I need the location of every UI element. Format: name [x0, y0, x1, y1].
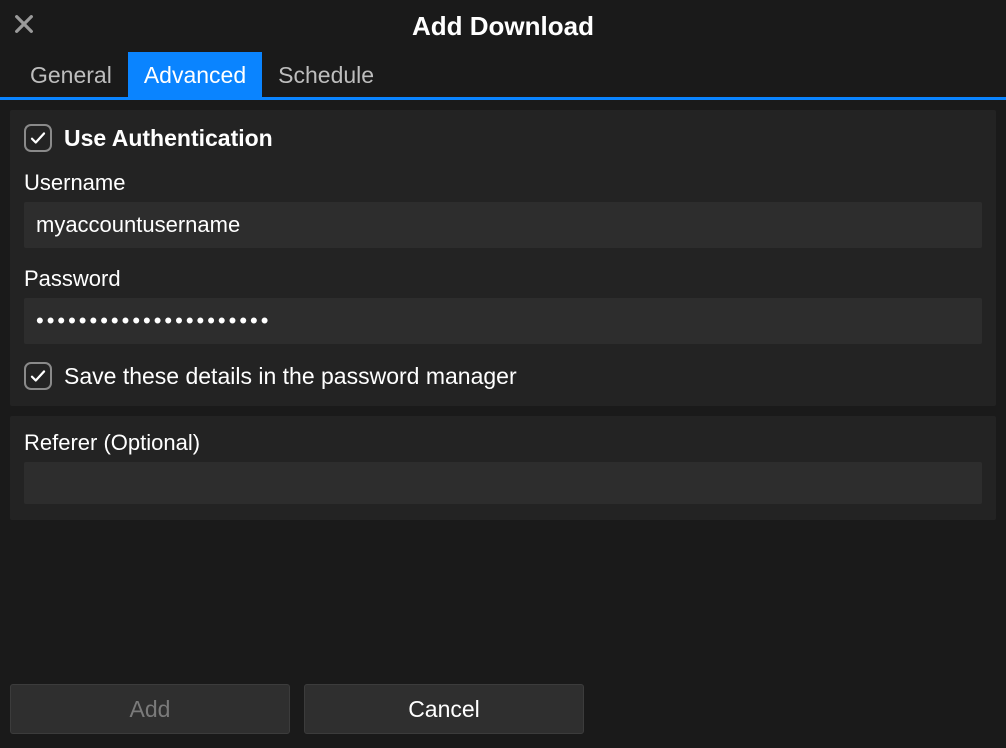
- username-input[interactable]: [24, 202, 982, 248]
- add-download-dialog: Add Download General Advanced Schedule U…: [0, 0, 1006, 748]
- title-bar: Add Download: [0, 0, 1006, 52]
- save-details-label: Save these details in the password manag…: [64, 363, 517, 390]
- use-auth-row: Use Authentication: [24, 124, 982, 152]
- close-icon: [13, 13, 35, 35]
- password-label: Password: [24, 266, 982, 292]
- tab-schedule[interactable]: Schedule: [262, 52, 390, 97]
- referer-section: Referer (Optional): [10, 416, 996, 520]
- check-icon: [29, 367, 47, 385]
- cancel-button[interactable]: Cancel: [304, 684, 584, 734]
- dialog-buttons: Add Cancel: [0, 672, 1006, 748]
- close-button[interactable]: [10, 10, 38, 38]
- save-details-row: Save these details in the password manag…: [24, 362, 982, 390]
- check-icon: [29, 129, 47, 147]
- tab-bar: General Advanced Schedule: [0, 52, 1006, 100]
- tab-general[interactable]: General: [14, 52, 128, 97]
- save-details-checkbox[interactable]: [24, 362, 52, 390]
- referer-label: Referer (Optional): [24, 430, 982, 456]
- add-button[interactable]: Add: [10, 684, 290, 734]
- dialog-title: Add Download: [412, 11, 594, 42]
- referer-input[interactable]: [24, 462, 982, 504]
- use-auth-checkbox[interactable]: [24, 124, 52, 152]
- use-auth-label: Use Authentication: [64, 125, 273, 152]
- content-area: Use Authentication Username Password •••…: [0, 100, 1006, 748]
- auth-section: Use Authentication Username Password •••…: [10, 110, 996, 406]
- username-label: Username: [24, 170, 982, 196]
- tab-advanced[interactable]: Advanced: [128, 52, 262, 97]
- password-input[interactable]: ••••••••••••••••••••••: [24, 298, 982, 344]
